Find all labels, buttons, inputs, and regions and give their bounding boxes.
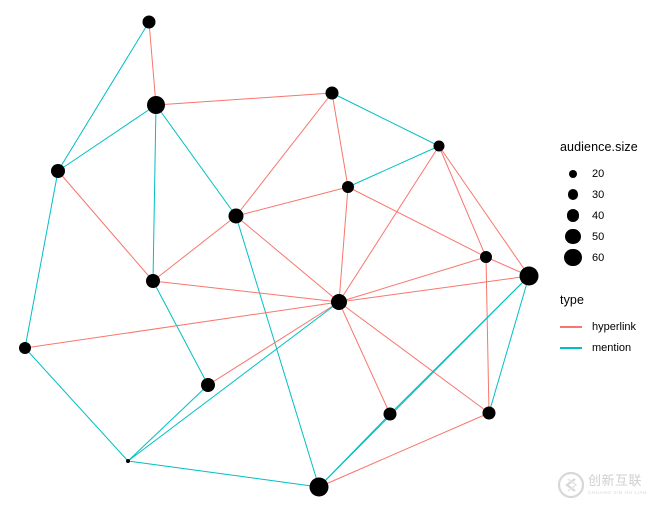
edge-mention	[318, 413, 391, 488]
edge-mention	[24, 170, 59, 349]
legend-size-swatch	[560, 169, 586, 178]
edge-hyperlink	[152, 280, 340, 303]
edge-hyperlink	[338, 301, 490, 414]
graph-node[interactable]	[19, 342, 31, 354]
edge-hyperlink	[235, 92, 333, 217]
edge-mention	[127, 460, 320, 488]
watermark: 创新互联 CHUANG XIN HU LIAN	[556, 466, 648, 504]
legend-audience-size: audience.size 20 30 40 50 60	[560, 140, 653, 268]
graph-node[interactable]	[228, 208, 244, 224]
graph-node[interactable]	[309, 477, 329, 497]
edge-hyperlink	[235, 215, 340, 303]
graph-node[interactable]	[342, 181, 354, 193]
edges-layer	[24, 21, 530, 488]
graph-node[interactable]	[201, 378, 215, 392]
edge-hyperlink	[338, 301, 391, 415]
watermark-cn: 创新互联	[588, 473, 643, 489]
edge-hyperlink	[438, 145, 487, 258]
graph-node[interactable]	[331, 294, 347, 310]
edge-mention	[57, 104, 157, 172]
legend-type-label: hyperlink	[592, 320, 637, 333]
edge-hyperlink	[152, 215, 237, 282]
graph-node[interactable]	[482, 406, 496, 420]
legend-size-item: 30	[560, 184, 653, 205]
graph-node[interactable]	[433, 140, 445, 152]
graph-node[interactable]	[126, 459, 130, 463]
legend-size-label: 40	[592, 209, 605, 222]
edge-hyperlink	[57, 170, 154, 282]
edge-mention	[24, 347, 129, 462]
network-plot: audience.size 20 30 40 50 60 type hyperlink m…	[0, 0, 653, 510]
legend-type-swatch	[560, 325, 586, 328]
edge-mention	[155, 104, 237, 217]
graph-node[interactable]	[383, 407, 397, 421]
edge-hyperlink	[338, 275, 530, 303]
legend-size-label: 50	[592, 230, 605, 243]
edge-hyperlink	[331, 92, 349, 188]
watermark-pinyin: CHUANG XIN HU LIAN	[588, 489, 648, 495]
legend-line-icon	[560, 346, 582, 349]
graph-node[interactable]	[519, 266, 539, 286]
edge-hyperlink	[155, 92, 333, 106]
edge-hyperlink	[347, 186, 487, 258]
legend-line-icon	[560, 325, 582, 328]
graph-node[interactable]	[146, 274, 160, 288]
network-graph-canvas	[19, 15, 539, 497]
watermark-logo-icon	[556, 470, 586, 500]
legend-type-title: type	[560, 293, 585, 307]
edge-hyperlink	[485, 256, 490, 414]
legend-dot-icon	[564, 248, 582, 267]
edge-hyperlink	[318, 412, 490, 488]
edge-mention	[127, 384, 209, 462]
edge-hyperlink	[24, 301, 340, 349]
edge-mention	[127, 301, 340, 462]
legend-size-swatch	[560, 189, 586, 200]
edge-hyperlink	[207, 301, 340, 386]
legend-size-rows: 20 30 40 50 60	[560, 163, 653, 268]
legend-size-label: 60	[592, 251, 605, 264]
graph-node[interactable]	[480, 251, 492, 263]
legend-size-item: 20	[560, 163, 653, 184]
legend-type-item: mention	[560, 337, 653, 358]
legend-dot-icon	[567, 189, 579, 200]
legend-type-item: hyperlink	[560, 316, 653, 337]
edge-hyperlink	[235, 186, 349, 217]
legend-size-title: audience.size	[560, 140, 638, 154]
legend-dot-icon	[569, 169, 577, 178]
edge-hyperlink	[338, 186, 349, 303]
graph-node[interactable]	[142, 15, 156, 29]
legend-type: type hyperlink mention	[560, 293, 653, 358]
legend-dot-icon	[566, 209, 580, 222]
legend-type-label: mention	[592, 341, 632, 354]
legend-size-swatch	[560, 248, 586, 267]
edge-hyperlink	[338, 256, 487, 303]
edge-mention	[152, 104, 157, 282]
legend-size-item: 50	[560, 226, 653, 247]
edge-mention	[318, 275, 530, 488]
watermark-text: 创新互联 CHUANG XIN HU LIAN	[588, 473, 648, 496]
graph-node[interactable]	[147, 96, 165, 114]
legend-dot-icon	[565, 228, 581, 245]
legend-size-item: 40	[560, 205, 653, 226]
graph-node[interactable]	[51, 164, 65, 178]
edge-mention	[57, 21, 150, 172]
legend-size-swatch	[560, 209, 586, 222]
edge-hyperlink	[148, 21, 157, 106]
graph-node[interactable]	[325, 86, 339, 100]
legend-type-swatch	[560, 346, 586, 349]
legend-size-swatch	[560, 228, 586, 245]
legend-size-item: 60	[560, 247, 653, 268]
legend-type-rows: hyperlink mention	[560, 316, 653, 358]
legend-size-label: 20	[592, 167, 605, 180]
legend-size-label: 30	[592, 188, 605, 201]
edge-mention	[235, 215, 320, 488]
edge-mention	[331, 92, 440, 147]
edge-mention	[152, 280, 209, 386]
nodes-layer	[19, 15, 539, 497]
edge-hyperlink	[338, 145, 440, 303]
